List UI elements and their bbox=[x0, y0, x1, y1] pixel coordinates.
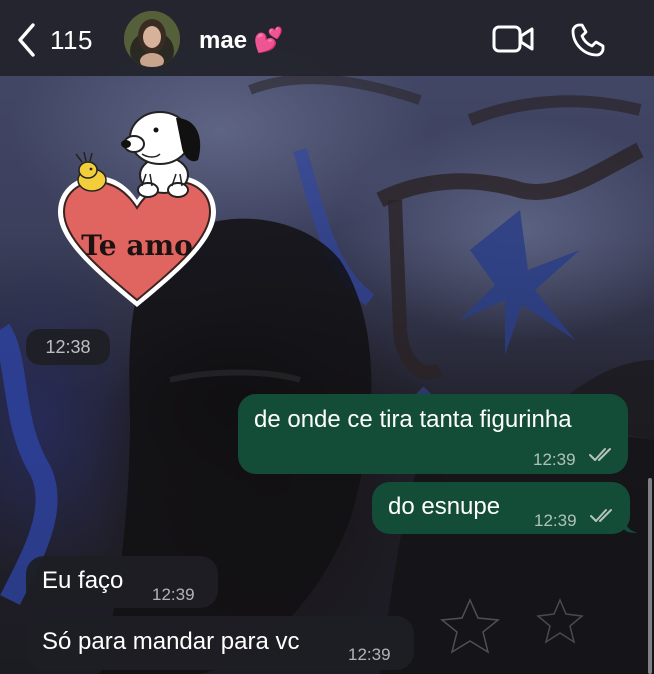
message-time: 12:39 bbox=[152, 585, 195, 604]
message-text: do esnupe bbox=[388, 493, 501, 520]
avatar-photo bbox=[124, 11, 180, 67]
contact-name[interactable]: mae 💕 bbox=[199, 26, 284, 55]
contact-avatar[interactable] bbox=[124, 11, 180, 67]
message-time: 12:39 bbox=[348, 645, 391, 664]
scrollbar[interactable] bbox=[648, 478, 652, 674]
video-camera-icon bbox=[492, 25, 534, 53]
bubble-tail bbox=[624, 519, 638, 533]
outgoing-message[interactable]: do esnupe 12:39 bbox=[372, 482, 630, 534]
sticker-timestamp: 12:38 bbox=[26, 329, 110, 365]
phone-icon bbox=[571, 23, 605, 57]
chevron-left-icon bbox=[18, 23, 35, 57]
unread-count: 115 bbox=[50, 24, 93, 55]
message-text: Só para mandar para vc bbox=[42, 628, 300, 655]
voice-call-button[interactable] bbox=[570, 22, 606, 63]
sticker-text: Te amo bbox=[81, 229, 193, 262]
incoming-message[interactable]: Só para mandar para vc 12:39 bbox=[26, 616, 414, 670]
message-text: Eu faço bbox=[42, 567, 124, 594]
incoming-message[interactable]: Eu faço 12:39 bbox=[26, 556, 218, 608]
chat-header: 115 mae 💕 bbox=[0, 0, 654, 76]
message-text: de onde ce tira tanta figurinha bbox=[254, 406, 572, 433]
outgoing-message[interactable]: de onde ce tira tanta figurinha 12:39 bbox=[238, 394, 628, 474]
back-button[interactable]: 115 bbox=[16, 22, 93, 58]
snoopy-heart-sticker-art: Te amo bbox=[58, 111, 216, 307]
video-call-button[interactable] bbox=[492, 24, 534, 59]
snoopy-sticker[interactable]: Te amo bbox=[52, 100, 222, 315]
double-check-icon bbox=[590, 509, 612, 522]
message-time: 12:39 bbox=[534, 511, 577, 530]
double-check-icon bbox=[589, 448, 611, 461]
message-time: 12:39 bbox=[533, 450, 576, 469]
